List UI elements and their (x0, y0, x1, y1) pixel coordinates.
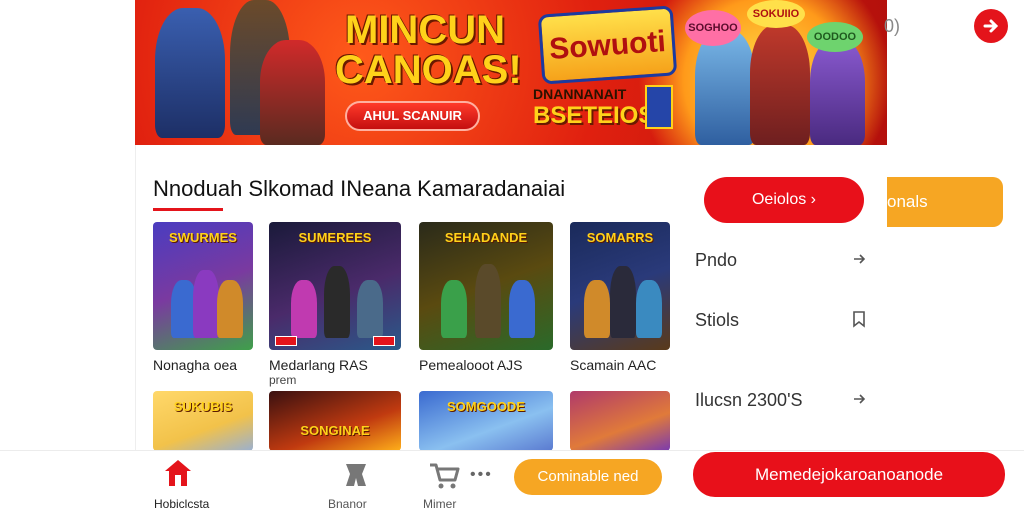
home-icon-svg (165, 460, 191, 486)
game-card[interactable]: SOMARRS (570, 222, 670, 350)
game-card[interactable]: SOMGOODE (419, 391, 553, 451)
card-label[interactable]: Scamain AAC (570, 357, 656, 373)
nav-label-bnanor[interactable]: Bnanor (328, 497, 367, 511)
promo-banner[interactable]: MINCUN CANOAS! AHUL SCANUIR Sowuoti DNAN… (135, 0, 887, 145)
card-character (636, 280, 662, 338)
arrow-right-icon[interactable] (850, 250, 868, 273)
nav-label-home[interactable]: Hobiclcsta (154, 497, 209, 511)
card-badge (275, 336, 297, 346)
arrow-right-icon-svg (854, 394, 866, 404)
game-card[interactable]: SEHADANDE (419, 222, 553, 350)
side-orange-label: onals (887, 192, 928, 211)
red-action-button[interactable]: Memedejokaroanoanode (693, 452, 1005, 497)
card-label[interactable]: Pemealooot AJS (419, 357, 523, 373)
card-character (584, 280, 610, 338)
card-thumb-title: SWURMES (169, 230, 237, 245)
card-character (509, 280, 535, 338)
cart-icon[interactable] (427, 460, 461, 497)
controller-icon[interactable] (340, 458, 372, 497)
speech-bubble: SOKUIIO (747, 0, 805, 28)
card-character (217, 280, 243, 338)
speech-bubble: OODOO (807, 22, 863, 52)
card-thumb-title: SONGINAE (300, 423, 370, 438)
speech-bubble: SOGHOO (685, 10, 741, 46)
card-thumb-title: SUMEREES (298, 230, 372, 245)
card-character (610, 266, 636, 338)
hero-character (810, 40, 865, 145)
controller-icon-svg (346, 464, 366, 486)
game-card[interactable]: SUKUBIS (153, 391, 253, 451)
banner-subtitle-large: BSETEIOSI (533, 102, 662, 129)
game-card[interactable]: SONGINAE (269, 391, 401, 451)
game-card[interactable]: SWURMES (153, 222, 253, 350)
banner-subtitle: DNANNANAIT (533, 86, 627, 102)
hero-character (750, 25, 810, 145)
card-character (441, 280, 467, 338)
arrow-right-icon[interactable] (850, 390, 868, 413)
orange-action-button[interactable]: Cominable ned (514, 459, 662, 495)
home-icon[interactable] (162, 457, 194, 489)
card-thumb-title: SOMGOODE (446, 399, 525, 414)
nav-label-mimer[interactable]: Mimer (423, 497, 456, 511)
banner-title: MINCUN CANOAS! (335, 8, 522, 92)
card-label[interactable]: Nonagha oea (153, 357, 237, 373)
menu-item-pndo[interactable]: Pndo (695, 250, 737, 271)
logout-icon[interactable] (974, 9, 1008, 43)
card-thumb-title: SOMARRS (586, 230, 654, 245)
bookmark-icon[interactable] (850, 310, 868, 333)
card-character (291, 280, 317, 338)
card-label[interactable]: Medarlang RAS (269, 357, 368, 373)
title-underline (153, 208, 223, 211)
card-character (193, 270, 219, 338)
side-orange-button[interactable]: onals (887, 177, 1003, 227)
card-character (324, 266, 350, 338)
arrow-right-icon-svg (854, 254, 866, 264)
banner-card-image (645, 85, 673, 129)
menu-item-stiols[interactable]: Stiols (695, 310, 739, 331)
card-sublabel: prem (269, 373, 297, 387)
hero-character (260, 40, 325, 145)
cart-icon-svg (430, 463, 460, 489)
top-glyph: 0) (884, 16, 901, 36)
banner-logo: Sowuoti (537, 5, 678, 85)
menu-item-ilucsn[interactable]: Ilucsn 2300'S (695, 390, 803, 411)
card-thumb-title: SUKUBIS (173, 399, 233, 414)
logout-icon-svg (983, 19, 999, 33)
hero-character (695, 30, 755, 145)
hero-character (155, 8, 225, 138)
section-title: Nnoduah Slkomad INeana Kamaradanaiai (153, 176, 566, 201)
card-character (357, 280, 383, 338)
game-card[interactable] (570, 391, 670, 451)
banner-cta-button[interactable]: AHUL SCANUIR (345, 101, 480, 131)
game-card[interactable]: SUMEREES (269, 222, 401, 350)
more-icon[interactable]: ••• (470, 466, 493, 484)
details-button[interactable]: Oeiolos › (704, 177, 864, 223)
bookmark-icon-svg (853, 311, 865, 328)
card-thumb-title: SEHADANDE (444, 230, 528, 245)
app-screen: MINCUN CANOAS! AHUL SCANUIR Sowuoti DNAN… (0, 0, 1024, 512)
card-character (475, 264, 501, 338)
card-badge (373, 336, 395, 346)
